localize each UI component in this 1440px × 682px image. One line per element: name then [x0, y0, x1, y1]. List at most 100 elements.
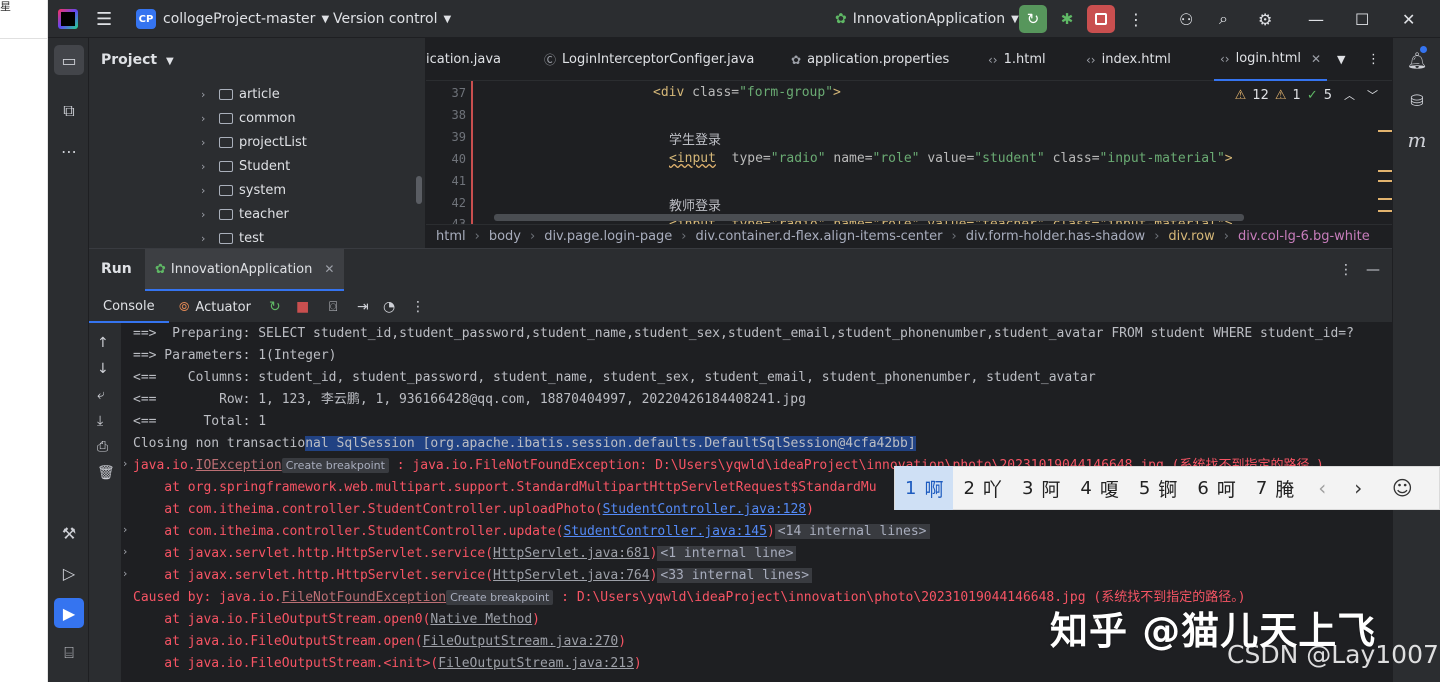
tab-index-html[interactable]: ‹› index.html: [1086, 38, 1171, 81]
terminal-tool-icon[interactable]: ⌸: [54, 638, 84, 668]
editor-horizontal-scrollbar[interactable]: [494, 214, 1244, 221]
project-badge[interactable]: CP: [136, 9, 156, 29]
code-line-37[interactable]: <div class="form-group">: [653, 85, 841, 100]
source-link[interactable]: StudentController.java:128: [603, 502, 807, 517]
vcs-widget[interactable]: Version control ▼: [333, 0, 451, 38]
create-breakpoint-hint[interactable]: Create breakpoint: [446, 590, 554, 605]
tree-item-student[interactable]: › Student: [201, 154, 290, 178]
source-link[interactable]: StudentController.java:145: [563, 524, 767, 539]
breadcrumb-item[interactable]: html: [436, 229, 466, 244]
tabs-overflow-icon[interactable]: ▼: [1337, 38, 1345, 81]
source-link[interactable]: HttpServlet.java:764: [493, 568, 650, 583]
breadcrumb-item[interactable]: div.container.d-flex.align-items-center: [696, 229, 943, 244]
tab-login-html[interactable]: ‹› login.html ✕: [1214, 38, 1328, 81]
create-breakpoint-hint[interactable]: Create breakpoint: [281, 458, 389, 473]
folded-lines[interactable]: <33 internal lines>: [657, 568, 813, 583]
chevron-up-icon[interactable]: ︿: [1344, 87, 1355, 103]
maven-icon[interactable]: m: [1403, 126, 1431, 154]
intellij-logo-icon[interactable]: [58, 9, 78, 29]
ime-emoji-button[interactable]: ☺: [1376, 466, 1428, 510]
tree-item-projectlist[interactable]: › projectList: [201, 130, 307, 154]
run-tab-innovationapplication[interactable]: ✿ InnovationApplication ✕: [145, 249, 345, 291]
ime-candidate[interactable]: 6呵: [1187, 466, 1245, 510]
chevron-down-icon[interactable]: ﹀: [1367, 87, 1378, 103]
more-options-icon[interactable]: ⋮: [1339, 249, 1353, 291]
ime-candidate[interactable]: 1啊: [895, 466, 954, 510]
folded-lines[interactable]: <14 internal lines>: [774, 524, 930, 539]
breadcrumb-item[interactable]: div.page.login-page: [544, 229, 672, 244]
stop-icon[interactable]: ■: [296, 291, 309, 323]
expand-icon[interactable]: ›: [123, 545, 127, 558]
print-icon[interactable]: ⎙: [97, 439, 108, 455]
tree-item-test[interactable]: › test: [201, 226, 264, 250]
breadcrumb-item[interactable]: div.form-holder.has-shadow: [966, 229, 1146, 244]
tree-item-teacher[interactable]: › teacher: [201, 202, 289, 226]
soft-wrap-icon[interactable]: ⤶: [97, 387, 105, 403]
tree-item-common[interactable]: › common: [201, 106, 296, 130]
close-icon[interactable]: ✕: [1402, 0, 1415, 38]
ime-next-page-button[interactable]: ›: [1340, 466, 1376, 510]
ime-candidate[interactable]: 4嗄: [1070, 466, 1128, 510]
export-icon[interactable]: ⇥: [357, 291, 369, 323]
debug-button[interactable]: ✱: [1053, 5, 1081, 33]
project-tool-icon[interactable]: ▭: [54, 45, 84, 75]
camera-icon[interactable]: ⌼: [329, 291, 337, 323]
code-line-39[interactable]: 学生登录: [669, 129, 721, 148]
tree-item-system[interactable]: › system: [201, 178, 286, 202]
rerun-button[interactable]: ↻: [1019, 5, 1047, 33]
arrow-up-icon[interactable]: ↑: [97, 335, 109, 351]
expand-icon[interactable]: ›: [123, 523, 127, 536]
close-tab-icon[interactable]: ✕: [1311, 52, 1321, 66]
expand-icon[interactable]: ›: [123, 457, 127, 470]
maximize-icon[interactable]: ☐: [1355, 0, 1369, 38]
tree-item-article[interactable]: › article: [201, 82, 280, 106]
services-tool-icon[interactable]: ▷: [54, 558, 84, 588]
tab-logininterceptorconfiger[interactable]: Ⓒ LoginInterceptorConfiger.java: [544, 38, 754, 81]
stop-button[interactable]: [1087, 5, 1115, 33]
tabs-more-icon[interactable]: ⋮: [1367, 38, 1380, 81]
build-tool-icon[interactable]: ⚒: [54, 518, 84, 548]
tab-application-properties[interactable]: ✿ application.properties: [791, 38, 949, 81]
source-link[interactable]: FileOutputStream.java:270: [423, 634, 619, 649]
main-menu-icon[interactable]: ☰: [96, 0, 112, 38]
ime-candidate[interactable]: 7腌: [1246, 466, 1304, 510]
ime-candidate[interactable]: 3阿: [1012, 466, 1070, 510]
arrow-down-icon[interactable]: ↓: [97, 361, 109, 377]
run-configuration-selector[interactable]: ✿ InnovationApplication ▼: [835, 0, 1019, 38]
search-icon[interactable]: ⌕: [1219, 0, 1228, 38]
project-scrollbar[interactable]: [416, 176, 422, 204]
folded-lines[interactable]: <1 internal line>: [657, 546, 797, 561]
project-switcher[interactable]: collogeProject-master ▼: [163, 0, 329, 38]
structure-tool-icon[interactable]: ⧉: [54, 96, 84, 126]
more-tools-icon[interactable]: ⋯: [54, 136, 84, 166]
database-icon[interactable]: ⛁: [1403, 86, 1431, 114]
tab-application-java[interactable]: ication.java: [426, 38, 501, 81]
tab-console[interactable]: Console: [89, 291, 169, 323]
source-link[interactable]: HttpServlet.java:681: [493, 546, 650, 561]
source-link[interactable]: FileOutputStream.java:213: [438, 656, 634, 671]
breadcrumb-item[interactable]: div.row: [1168, 229, 1214, 244]
more-options-icon[interactable]: ⋮: [411, 291, 425, 323]
clear-trash-icon[interactable]: 🗑︎: [97, 465, 115, 481]
ime-candidate[interactable]: 5锕: [1129, 466, 1187, 510]
tab-actuator[interactable]: ⦾ Actuator: [179, 291, 251, 323]
close-tab-icon[interactable]: ✕: [324, 262, 334, 276]
exception-link[interactable]: FileNotFoundException: [282, 590, 446, 605]
settings-gear-icon[interactable]: ⚙: [1258, 0, 1272, 38]
code-line-42[interactable]: 教师登录: [669, 195, 721, 214]
project-panel-header[interactable]: Project ▼: [101, 52, 174, 68]
breadcrumb-item[interactable]: body: [489, 229, 521, 244]
expand-icon[interactable]: ›: [123, 567, 127, 580]
hide-panel-icon[interactable]: —: [1366, 249, 1380, 291]
ime-candidate[interactable]: 2吖: [953, 466, 1011, 510]
run-tool-icon[interactable]: ▶: [54, 598, 84, 628]
add-user-icon[interactable]: ⚇: [1179, 0, 1193, 38]
code-line-40[interactable]: <input type="radio" name="role" value="s…: [669, 151, 1233, 166]
minimize-icon[interactable]: —: [1308, 0, 1324, 38]
tab-1-html[interactable]: ‹› 1.html: [988, 38, 1046, 81]
scroll-to-end-icon[interactable]: ⤓: [97, 413, 103, 429]
ime-prev-page-button[interactable]: ‹: [1304, 466, 1340, 510]
breadcrumb-item[interactable]: div.col-lg-6.bg-white: [1238, 229, 1370, 244]
more-options-icon[interactable]: ⋮: [1128, 0, 1144, 38]
source-link[interactable]: Native Method: [430, 612, 532, 627]
